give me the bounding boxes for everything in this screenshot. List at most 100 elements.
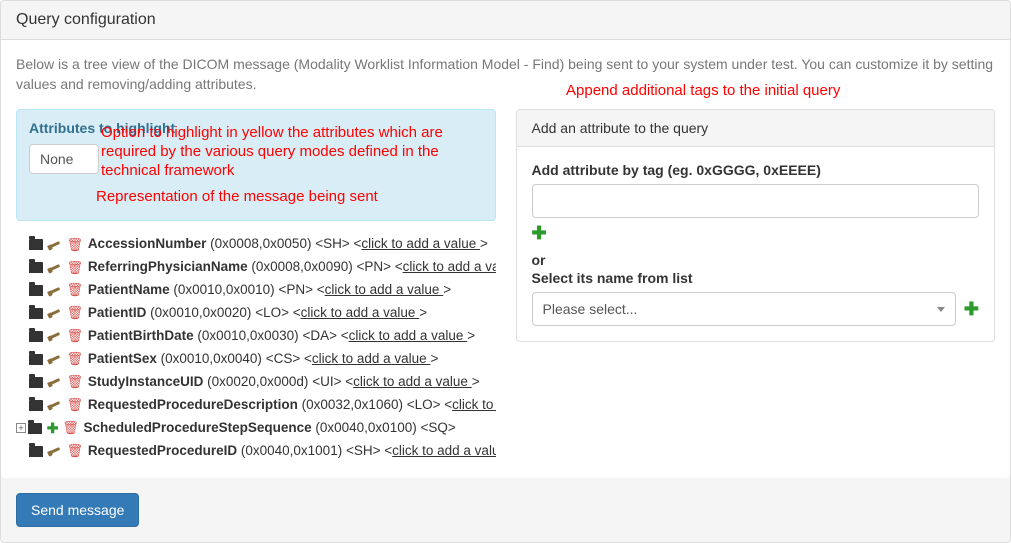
attr-name: PatientID <box>88 305 147 320</box>
trash-icon[interactable]: 🗑 <box>67 302 84 324</box>
tree-row: 🗑 PatientBirthDate (0x0010,0x0030) <DA> … <box>16 325 496 348</box>
attr-tag: (0x0010,0x0020) <box>150 305 251 320</box>
add-by-tag-label: Add attribute by tag (eg. 0xGGGG, 0xEEEE… <box>532 162 980 178</box>
attr-vr: <PN> <box>356 259 391 274</box>
attr-tag: (0x0040,0x0100) <box>315 420 416 435</box>
add-attribute-panel: Add an attribute to the query Add attrib… <box>516 109 996 342</box>
highlight-brush-icon[interactable] <box>48 330 62 342</box>
click-to-add-value[interactable]: click to add a value <box>452 397 495 412</box>
click-to-add-value[interactable]: click to add a value <box>312 351 431 366</box>
highlight-brush-icon[interactable] <box>48 353 62 365</box>
attr-name: AccessionNumber <box>88 236 207 251</box>
intro-text: Below is a tree view of the DICOM messag… <box>16 55 995 94</box>
add-from-list-button[interactable]: ✚ <box>964 300 979 318</box>
select-from-list-label: Select its name from list <box>532 270 980 286</box>
highlight-select-value: None <box>40 151 73 167</box>
highlight-title: Attributes to highlight <box>29 120 483 136</box>
tree-row: 🗑 AccessionNumber (0x0008,0x0050) <SH> <… <box>16 233 496 256</box>
add-by-tag-input[interactable] <box>532 184 980 218</box>
attr-name: ScheduledProcedureStepSequence <box>84 420 312 435</box>
trash-icon[interactable]: 🗑 <box>67 371 84 393</box>
folder-icon <box>29 239 43 250</box>
attr-tag: (0x0040,0x1001) <box>241 443 342 458</box>
chevron-down-icon <box>937 307 945 312</box>
attr-tag: (0x0020,0x000d) <box>207 374 308 389</box>
trash-icon[interactable]: 🗑 <box>67 348 84 370</box>
attr-vr: <LO> <box>407 397 441 412</box>
attr-name: ReferringPhysicianName <box>88 259 248 274</box>
click-to-add-value[interactable]: click to add a value <box>301 305 420 320</box>
attr-vr: <CS> <box>266 351 301 366</box>
highlight-brush-icon[interactable] <box>48 445 62 457</box>
highlight-box: Attributes to highlight None <box>16 109 496 221</box>
query-config-panel: Query configuration Below is a tree view… <box>0 0 1011 543</box>
folder-icon <box>29 308 43 319</box>
folder-icon <box>29 400 43 411</box>
click-to-add-value[interactable]: click to add a value <box>349 328 468 343</box>
attr-name: RequestedProcedureID <box>88 443 237 458</box>
attribute-name-select[interactable]: Please select... <box>532 292 956 326</box>
folder-icon <box>29 377 43 388</box>
attr-vr: <SQ> <box>420 420 455 435</box>
highlight-brush-icon[interactable] <box>48 307 62 319</box>
attr-tag: (0x0008,0x0050) <box>210 236 311 251</box>
attribute-tree: 🗑 AccessionNumber (0x0008,0x0050) <SH> <… <box>16 233 496 462</box>
highlight-select[interactable]: None <box>29 144 99 174</box>
folder-icon <box>29 262 43 273</box>
folder-icon <box>29 446 43 457</box>
tree-row: 🗑 PatientName (0x0010,0x0010) <PN> <clic… <box>16 279 496 302</box>
add-attribute-heading: Add an attribute to the query <box>517 110 995 147</box>
send-message-button[interactable]: Send message <box>16 493 139 527</box>
attribute-name-select-placeholder: Please select... <box>543 301 638 317</box>
trash-icon[interactable]: 🗑 <box>67 394 84 416</box>
trash-icon[interactable]: 🗑 <box>67 279 84 301</box>
highlight-brush-icon[interactable] <box>48 399 62 411</box>
tree-row: + ✚ 🗑 ScheduledProcedureStepSequence (0x… <box>16 417 496 440</box>
or-label: or <box>532 252 980 268</box>
folder-icon <box>28 423 42 434</box>
click-to-add-value[interactable]: click to add a value <box>403 259 496 274</box>
attr-name: PatientBirthDate <box>88 328 194 343</box>
add-by-tag-button[interactable]: ✚ <box>532 224 547 242</box>
add-child-icon[interactable]: ✚ <box>47 421 59 435</box>
attr-name: RequestedProcedureDescription <box>88 397 298 412</box>
tree-row: 🗑 PatientSex (0x0010,0x0040) <CS> <click… <box>16 348 496 371</box>
attr-tag: (0x0010,0x0010) <box>173 282 274 297</box>
tree-row: 🗑 StudyInstanceUID (0x0020,0x000d) <UI> … <box>16 371 496 394</box>
expand-icon[interactable]: + <box>16 423 26 433</box>
highlight-brush-icon[interactable] <box>48 285 62 297</box>
trash-icon[interactable]: 🗑 <box>67 257 84 279</box>
attr-vr: <UI> <box>312 374 341 389</box>
attr-vr: <PN> <box>278 282 313 297</box>
attr-vr: <LO> <box>255 305 289 320</box>
trash-icon[interactable]: 🗑 <box>62 417 79 439</box>
folder-icon <box>29 331 43 342</box>
highlight-brush-icon[interactable] <box>48 239 62 251</box>
highlight-brush-icon[interactable] <box>48 376 62 388</box>
attr-name: PatientName <box>88 282 170 297</box>
trash-icon[interactable]: 🗑 <box>67 440 84 462</box>
tree-row: 🗑 RequestedProcedureDescription (0x0032,… <box>16 394 496 417</box>
attr-name: StudyInstanceUID <box>88 374 204 389</box>
click-to-add-value[interactable]: click to add a value <box>353 374 472 389</box>
tree-row: 🗑 ReferringPhysicianName (0x0008,0x0090)… <box>16 256 496 279</box>
highlight-brush-icon[interactable] <box>48 262 62 274</box>
attr-name: PatientSex <box>88 351 157 366</box>
attr-vr: <SH> <box>315 236 350 251</box>
panel-title: Query configuration <box>1 1 1010 40</box>
attr-tag: (0x0008,0x0090) <box>251 259 352 274</box>
attr-vr: <SH> <box>346 443 381 458</box>
attr-tag: (0x0032,0x1060) <box>302 397 403 412</box>
tree-row: 🗑 PatientID (0x0010,0x0020) <LO> <click … <box>16 302 496 325</box>
attr-tag: (0x0010,0x0040) <box>161 351 262 366</box>
click-to-add-value[interactable]: click to add a value <box>361 236 480 251</box>
attr-vr: <DA> <box>302 328 337 343</box>
folder-icon <box>29 354 43 365</box>
attr-tag: (0x0010,0x0030) <box>197 328 298 343</box>
tree-row: 🗑 RequestedProcedureID (0x0040,0x1001) <… <box>16 440 496 463</box>
trash-icon[interactable]: 🗑 <box>67 234 84 256</box>
click-to-add-value[interactable]: click to add a value <box>392 443 495 458</box>
folder-icon <box>29 285 43 296</box>
trash-icon[interactable]: 🗑 <box>67 325 84 347</box>
click-to-add-value[interactable]: click to add a value <box>325 282 444 297</box>
